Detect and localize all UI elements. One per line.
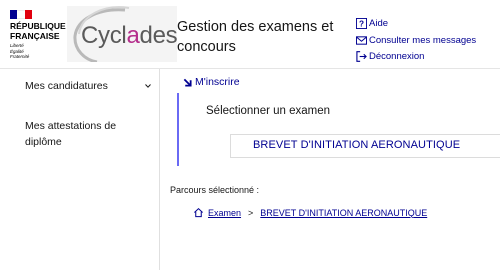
sidebar-item-mes-candidatures[interactable]: Mes candidatures	[25, 78, 155, 94]
select-exam-title: Sélectionner un examen	[206, 105, 331, 117]
mail-icon	[356, 35, 367, 45]
exam-option-label: BREVET D'INITIATION AERONAUTIQUE	[253, 139, 461, 151]
breadcrumb-examen[interactable]: Examen	[208, 208, 241, 218]
exam-option-card[interactable]: BREVET D'INITIATION AERONAUTIQUE	[230, 134, 500, 158]
logout-icon	[356, 51, 367, 62]
gov-motto: Liberté Égalité Fraternité	[10, 43, 30, 59]
chevron-down-icon	[145, 84, 151, 88]
header: RÉPUBLIQUE FRANÇAISE Liberté Égalité Fra…	[0, 0, 500, 68]
breadcrumb-separator: >	[248, 207, 254, 218]
cyclades-logo[interactable]: Cyclades	[67, 6, 177, 62]
breadcrumb-exam-name[interactable]: BREVET D'INITIATION AERONAUTIQUE	[260, 208, 427, 218]
help-icon: ?	[356, 18, 367, 29]
home-icon[interactable]	[193, 207, 204, 218]
logo-text: Cyclades	[81, 22, 177, 49]
logout-link[interactable]: Déconnexion	[356, 49, 476, 64]
sidebar: Mes candidatures Mes attestations de dip…	[0, 69, 160, 270]
messages-link[interactable]: Consulter mes messages	[356, 33, 476, 48]
republique-francaise-logo[interactable]: RÉPUBLIQUE FRANÇAISE Liberté Égalité Fra…	[10, 10, 70, 60]
svg-text:?: ?	[359, 20, 364, 29]
marianne-flag-icon	[10, 10, 32, 19]
sidebar-item-mes-attestations[interactable]: Mes attestations de diplôme	[25, 118, 150, 150]
minscrire-link[interactable]: M'inscrire	[183, 76, 240, 88]
arrow-down-right-icon	[183, 78, 192, 87]
parcours-label: Parcours sélectionné :	[170, 185, 260, 195]
section-accent-bar	[177, 93, 179, 166]
help-link[interactable]: ? Aide	[356, 16, 476, 31]
breadcrumb: Examen > BREVET D'INITIATION AERONAUTIQU…	[193, 207, 427, 218]
gov-name: RÉPUBLIQUE FRANÇAISE	[10, 21, 66, 41]
header-links: ? Aide Consulter mes messages Déconnexio…	[356, 16, 476, 66]
app-title: Gestion des examens et concours	[177, 19, 334, 55]
